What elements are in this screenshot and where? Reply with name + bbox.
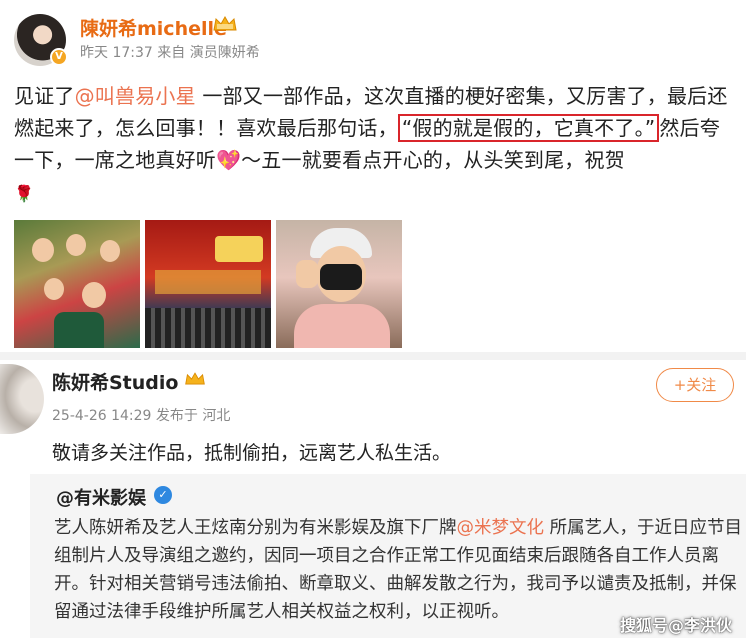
image-thumbnail[interactable] [14,220,140,348]
avatar[interactable] [0,364,44,434]
quoted-author[interactable]: @有米影娱 [56,484,146,510]
user-name[interactable]: 陳妍希michelle [80,14,227,41]
weibo-post-2: 陈妍希Studio +关注 25-4-26 14:29 发布于 河北 敬请多关注… [0,360,746,638]
verified-badge-icon: ✓ [154,486,172,504]
divider [0,352,746,360]
post-meta: 昨天 17:37 来自 演员陳妍希 [80,45,260,61]
highlighted-quote: “假的就是假的，它真不了。” [397,114,660,142]
post-text: 敬请多关注作品，抵制偷拍，远离艺人私生活。 [52,442,452,464]
rose-icon: 🌹 [14,184,35,203]
follow-button[interactable]: +关注 [656,368,734,402]
post-text-part: ～五一就要看点开心的，从头笑到尾，祝贺 [241,148,625,172]
crown-icon [185,372,205,385]
crown-icon [213,15,237,31]
post-text-part: 见证了 [14,84,75,108]
quoted-text-part: 艺人陈妍希及艺人王炫南分别为有米影娱及旗下厂牌 [54,518,457,538]
post-meta: 25-4-26 14:29 发布于 河北 [52,408,231,424]
heart-icon: 💖 [216,148,242,172]
verified-badge-icon: V [50,48,68,66]
watermark: 搜狐号@李洪伙 [620,616,733,635]
user-name[interactable]: 陈妍希Studio [52,368,178,395]
weibo-post-1: V 陳妍希michelle 昨天 17:37 来自 演员陳妍希 见证了@叫兽易小… [0,0,746,352]
post-text: 见证了@叫兽易小星 一部又一部作品，这次直播的梗好密集，又厉害了，最后还燃起来了… [14,80,730,210]
image-thumbnail[interactable] [276,220,402,348]
quoted-text: 艺人陈妍希及艺人王炫南分别为有米影娱及旗下厂牌@米梦文化 所属艺人，于近日应节目… [54,514,744,626]
mention-link[interactable]: @米梦文化 [457,518,545,538]
mention-link[interactable]: @叫兽易小星 [75,84,196,108]
image-thumbnail[interactable] [145,220,271,348]
